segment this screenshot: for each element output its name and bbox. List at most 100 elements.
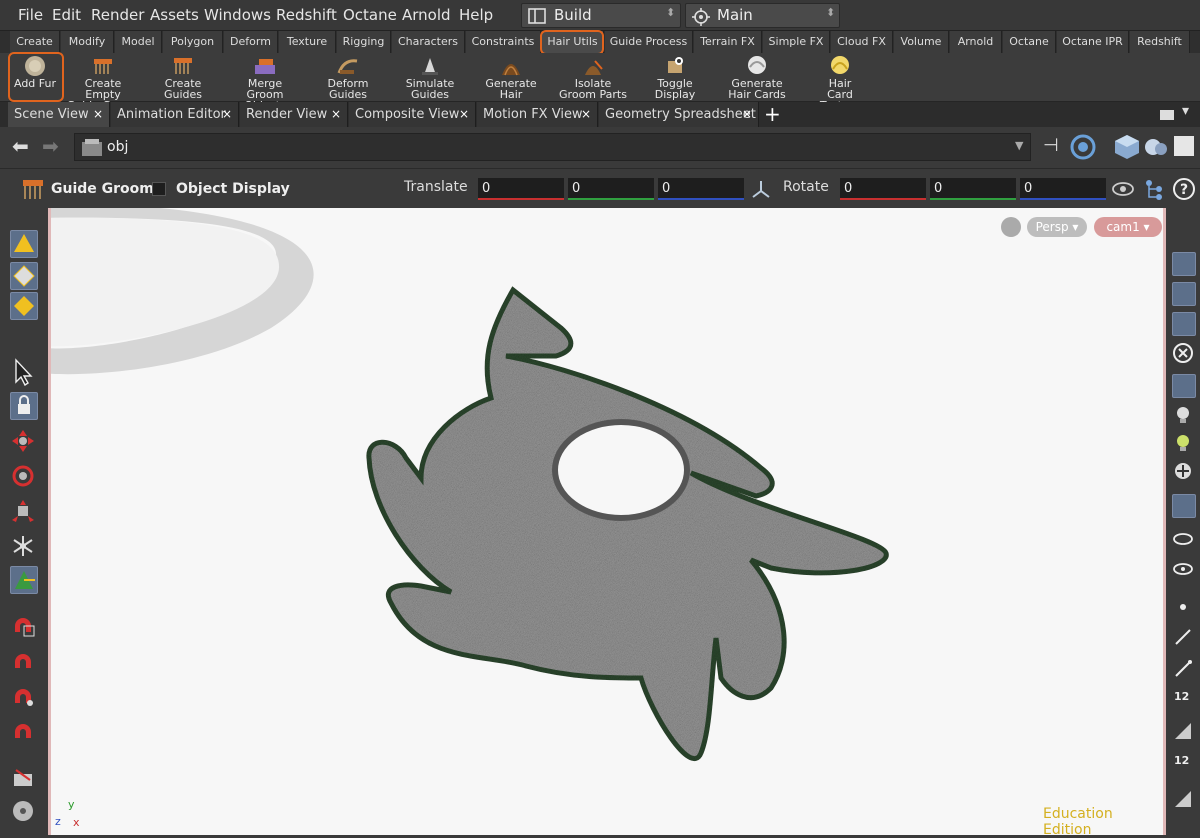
tree-icon[interactable]	[1143, 177, 1167, 201]
deform-guides-tool[interactable]: Deform Guides	[312, 53, 384, 101]
simulate-guides-tool[interactable]: Simulate Guides	[396, 53, 464, 101]
rotate-y-field[interactable]: 0	[930, 178, 1016, 200]
visibility-icon[interactable]	[1172, 528, 1196, 552]
snap-magnet-icon[interactable]	[10, 718, 38, 746]
menu-render[interactable]: Render	[91, 6, 144, 24]
snap-point-icon[interactable]	[10, 683, 38, 711]
lock-view-icon[interactable]	[1172, 312, 1196, 336]
menu-file[interactable]: File	[18, 6, 43, 24]
help-icon[interactable]: ?	[1172, 177, 1196, 201]
camera-reel-icon[interactable]	[10, 798, 38, 826]
rotate-x-field[interactable]: 0	[840, 178, 926, 200]
link-icon[interactable]	[1070, 134, 1096, 160]
tab-motion-fx-view[interactable]: Motion FX View ×	[477, 102, 598, 127]
point-display-icon[interactable]	[1172, 596, 1196, 620]
chevron-down-icon[interactable]: ▼	[1015, 139, 1023, 152]
create-guides-tool[interactable]: Create Guides	[145, 53, 221, 101]
scene-viewport[interactable]: y z x Persp ▾ cam1 ▾ Education Edition	[48, 208, 1166, 838]
close-icon[interactable]: ×	[459, 102, 469, 127]
tab-render-view[interactable]: Render View ×	[240, 102, 348, 127]
shelf-tab-modify[interactable]: Modify	[61, 31, 114, 53]
back-arrow-icon[interactable]: ⬅	[12, 134, 29, 158]
light-bulb-icon[interactable]	[1172, 404, 1196, 428]
menu-help[interactable]: Help	[459, 6, 493, 24]
cube-icon[interactable]	[1113, 133, 1141, 161]
prim-number-icon[interactable]	[1172, 720, 1196, 744]
menu-redshift[interactable]: Redshift	[276, 6, 337, 24]
shelf-tab-arnold[interactable]: Arnold	[950, 31, 1002, 53]
shelf-tab-simple-fx[interactable]: Simple FX	[763, 31, 830, 53]
hair-card-texture-tool[interactable]: HairCard Texture	[806, 53, 874, 111]
close-view-icon[interactable]	[1172, 342, 1196, 366]
handle-tool-icon[interactable]	[10, 566, 38, 594]
prim-number-label[interactable]: 12	[1174, 754, 1189, 767]
path-field[interactable]: obj ▼	[74, 133, 1031, 161]
tab-composite-view[interactable]: Composite View ×	[349, 102, 476, 127]
lock-camera-icon[interactable]	[1001, 217, 1021, 237]
close-icon[interactable]: ×	[93, 102, 103, 127]
select-arrow-icon[interactable]	[10, 358, 38, 387]
shelf-tab-guide-process[interactable]: Guide Process	[605, 31, 693, 53]
shelf-tab-redshift[interactable]: Redshift	[1130, 31, 1190, 53]
shelf-tab-rigging[interactable]: Rigging	[337, 31, 391, 53]
move-tool-icon[interactable]	[10, 428, 38, 456]
menu-octane[interactable]: Octane	[343, 6, 397, 24]
gauge-icon[interactable]	[1172, 374, 1196, 398]
shelf-tab-create[interactable]: Create	[10, 31, 60, 53]
shelf-tab-volume[interactable]: Volume	[894, 31, 949, 53]
select-primitives-icon[interactable]	[10, 292, 38, 320]
menu-windows[interactable]: Windows	[204, 6, 271, 24]
shelf-tab-polygon[interactable]: Polygon	[163, 31, 223, 53]
background-icon[interactable]	[1172, 494, 1196, 518]
scale-tool-icon[interactable]	[10, 498, 38, 526]
tab-animation-editor[interactable]: Animation Editor ×	[111, 102, 239, 127]
translate-z-field[interactable]: 0	[658, 178, 744, 200]
session-selector[interactable]: Main ⬍	[685, 3, 840, 28]
transform-handle-icon[interactable]	[750, 178, 772, 200]
shelf-tab-terrain-fx[interactable]: Terrain FX	[694, 31, 762, 53]
vector-display-icon[interactable]	[1172, 658, 1196, 682]
close-icon[interactable]: ×	[742, 102, 752, 127]
persp-button[interactable]: Persp ▾	[1027, 217, 1087, 237]
isolate-groom-parts-tool[interactable]: Isolate Groom Parts	[558, 53, 628, 101]
shelf-tab-characters[interactable]: Characters	[392, 31, 465, 53]
tab-geometry-spreadsheet[interactable]: Geometry Spreadsheet ×	[599, 102, 759, 127]
generate-hair-cards-tool[interactable]: Generate Hair Cards	[722, 53, 792, 101]
rotate-tool-icon[interactable]	[10, 463, 38, 491]
display-options-icon[interactable]	[1174, 136, 1194, 156]
translate-y-field[interactable]: 0	[568, 178, 654, 200]
menu-edit[interactable]: Edit	[52, 6, 81, 24]
select-edges-icon[interactable]	[10, 262, 38, 290]
merge-groom-objects-tool[interactable]: Merge GroomObjects	[228, 53, 302, 111]
pin-icon[interactable]: ⊣	[1043, 135, 1059, 156]
pane-menu-icon[interactable]: ▾	[1182, 103, 1189, 119]
generate-hair-tool[interactable]: Generate Hair	[474, 53, 548, 101]
ghost-icon[interactable]	[1172, 558, 1196, 582]
shelf-tab-octane[interactable]: Octane	[1003, 31, 1056, 53]
pose-tool-icon[interactable]	[10, 533, 38, 561]
shelf-tab-octane-ipr[interactable]: Octane IPR	[1057, 31, 1129, 53]
shelf-tab-deform[interactable]: Deform	[224, 31, 278, 53]
close-icon[interactable]: ×	[222, 102, 232, 127]
desktop-selector[interactable]: Build ⬍	[521, 3, 681, 28]
lock-select-icon[interactable]	[10, 392, 38, 420]
object-display-checkbox[interactable]	[152, 182, 166, 196]
translate-x-field[interactable]: 0	[478, 178, 564, 200]
eye-icon[interactable]	[1112, 181, 1134, 197]
display-layers-icon[interactable]	[1172, 252, 1196, 276]
snap-curve-icon[interactable]	[10, 648, 38, 676]
create-empty-guide-groom-tool[interactable]: Create EmptyGuide Groom	[66, 53, 140, 111]
forward-arrow-icon[interactable]: ➡	[42, 134, 59, 158]
close-icon[interactable]: ×	[581, 102, 591, 127]
camera-button[interactable]: cam1 ▾	[1094, 217, 1162, 237]
add-light-icon[interactable]	[1172, 460, 1196, 484]
menu-assets[interactable]: Assets	[150, 6, 199, 24]
render-region-icon[interactable]	[10, 766, 38, 794]
snap-grid-icon[interactable]	[10, 612, 38, 640]
toggle-display-tool[interactable]: Toggle Display	[640, 53, 710, 101]
tab-scene-view[interactable]: Scene View ×	[8, 102, 110, 127]
shelf-tab-constraints[interactable]: Constraints	[466, 31, 541, 53]
headlight-icon[interactable]	[1172, 432, 1196, 456]
normal-display-icon[interactable]	[1172, 626, 1196, 650]
add-tab-icon[interactable]: +	[764, 102, 781, 126]
